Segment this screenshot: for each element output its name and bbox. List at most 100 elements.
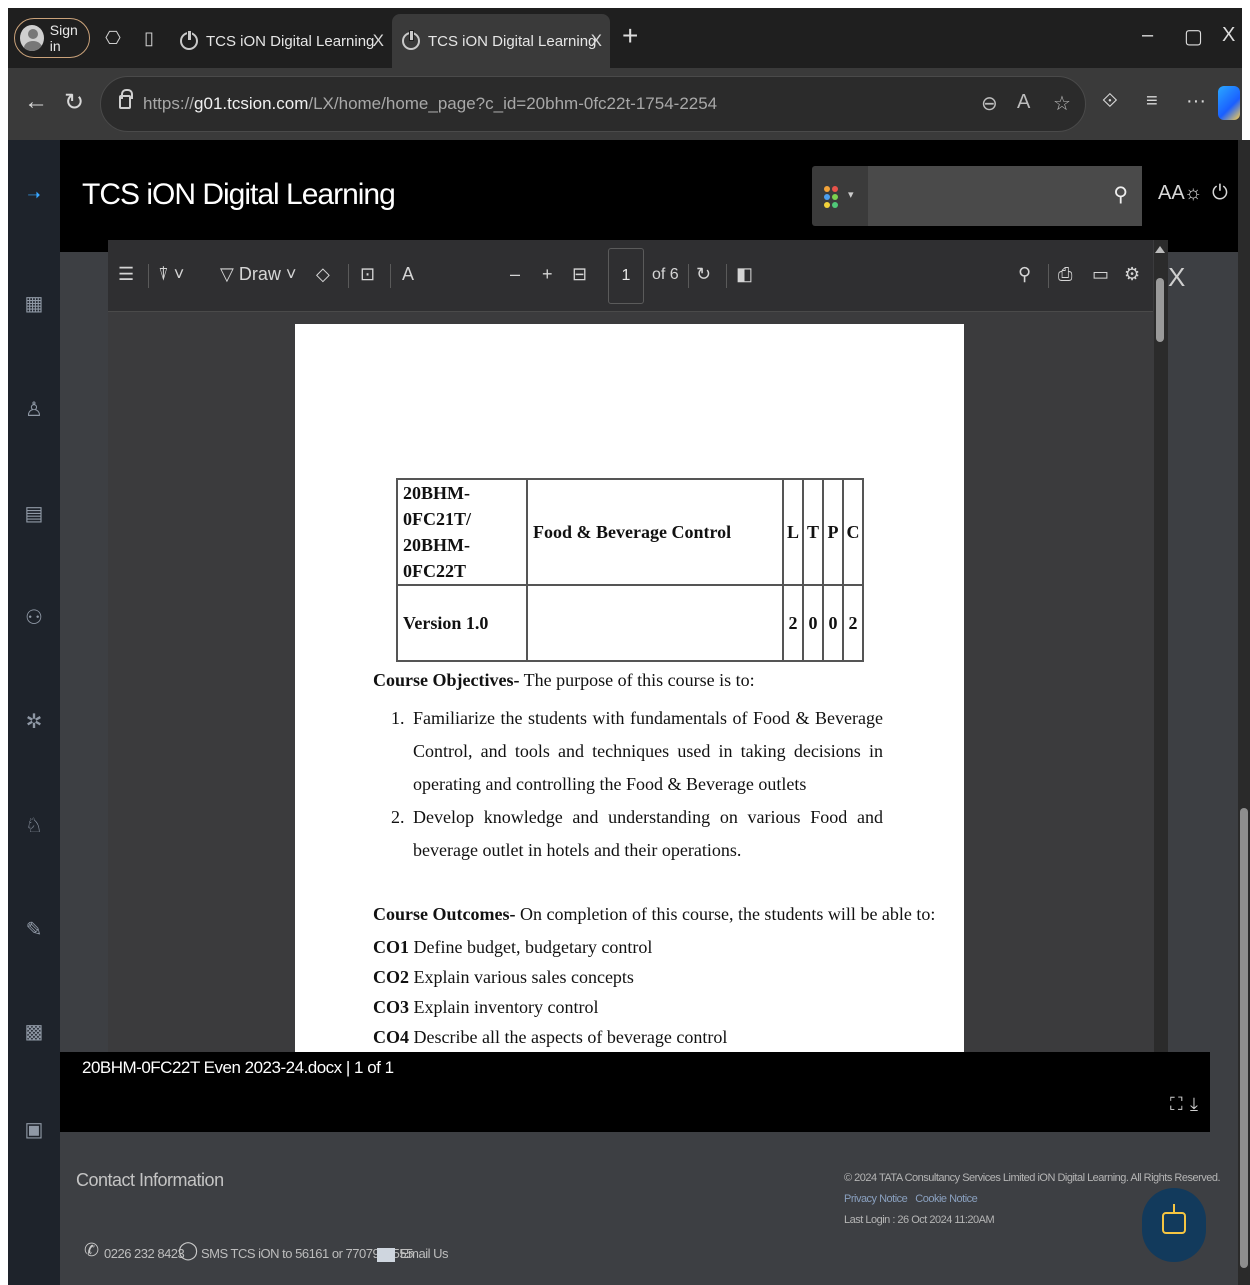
search-input[interactable] — [868, 166, 1142, 226]
pdf-settings-icon[interactable]: ⚙ — [1124, 264, 1140, 285]
lock-icon — [119, 89, 133, 109]
tab-close-button[interactable]: X — [591, 31, 602, 51]
erase-icon[interactable]: ◇ — [316, 264, 330, 285]
read-aloud-icon[interactable]: A — [1017, 91, 1030, 114]
left-nav-rail: ➝ ▦ ♙ ▤ ⚇ ✲ ♘ ✎ ▩ ▣ — [8, 140, 60, 1285]
favorites-list-icon[interactable]: ≡ — [1146, 90, 1158, 113]
tab-tcs-ion-1[interactable]: TCS iON Digital Learning X — [170, 14, 392, 68]
highlight-icon[interactable]: ⍒ ˅ — [158, 264, 184, 285]
tab-close-button[interactable]: X — [373, 31, 384, 51]
tab-actions-icon[interactable]: ▯ — [136, 25, 162, 51]
separator — [688, 264, 689, 288]
pdf-scrollbar[interactable] — [1154, 240, 1168, 1052]
separator — [726, 264, 727, 288]
settings-book-icon[interactable]: ✲ — [22, 710, 46, 734]
font-size-icon[interactable]: AA — [1158, 182, 1185, 205]
apps-menu-icon[interactable] — [824, 186, 842, 208]
zoom-out-button[interactable]: – — [510, 264, 520, 285]
fit-page-icon[interactable]: ⊟ — [572, 264, 587, 285]
ltpc-header: C — [842, 478, 864, 586]
app-title: TCS iON Digital Learning — [82, 178, 396, 211]
url-text[interactable]: https://g01.tcsion.com/LX/home/home_page… — [143, 94, 717, 114]
back-icon[interactable]: ← — [24, 88, 48, 116]
contents-icon[interactable]: ☰ — [118, 264, 134, 285]
scroll-thumb[interactable] — [1156, 278, 1164, 342]
empty-cell — [526, 584, 784, 662]
pdf-toolbar: ☰ ⍒ ˅ ▽ Draw ˅ ◇ ⊡ A – + ⊟ 1 of 6 ↻ ◧ ⚲ … — [108, 240, 1153, 312]
tab-tcs-ion-2[interactable]: TCS iON Digital Learning X — [392, 14, 610, 68]
copilot-icon[interactable] — [1218, 86, 1240, 120]
close-viewer-button[interactable]: X — [1168, 262, 1185, 293]
save-icon[interactable]: ▭ — [1092, 264, 1109, 285]
phone-icon: ✆ — [84, 1240, 100, 1260]
sign-in-label: Sign in — [49, 22, 78, 54]
cookie-link[interactable]: Cookie Notice — [915, 1193, 977, 1205]
book-icon[interactable]: ▤ — [22, 502, 46, 526]
document-footer-bar: 20BHM-0FC22T Even 2023-24.docx | 1 of 1 … — [60, 1052, 1210, 1132]
course-table: 20BHM-0FC21T/ 20BHM-0FC22T Food & Bevera… — [396, 478, 864, 662]
separator — [390, 264, 391, 288]
user-settings-icon[interactable]: ♘ — [22, 814, 46, 838]
extensions-icon[interactable]: ⟐ — [1102, 90, 1118, 113]
phone-number[interactable]: 0226 232 8423 — [104, 1246, 185, 1261]
draw-label: Draw — [238, 264, 281, 284]
more-icon[interactable]: ··· — [1186, 90, 1206, 113]
add-text-icon[interactable]: ⊡ — [360, 264, 375, 285]
rotate-icon[interactable]: ↻ — [696, 264, 711, 285]
dashboard-grid-icon[interactable]: ▦ — [22, 292, 46, 316]
zoom-out-icon[interactable]: ⊖ — [981, 91, 998, 116]
page-scrollbar[interactable] — [1238, 140, 1250, 1285]
objectives-heading: Course Objectives- The purpose of this c… — [373, 670, 755, 690]
power-icon[interactable]: ⏻ — [1212, 182, 1228, 205]
read-aloud-icon[interactable]: A — [402, 264, 414, 285]
chatbot-button[interactable] — [1142, 1188, 1206, 1262]
address-bar[interactable]: https://g01.tcsion.com/LX/home/home_page… — [100, 76, 1086, 132]
tab-favicon-icon — [402, 30, 420, 50]
groups-icon[interactable]: ⚇ — [22, 606, 46, 630]
certificate-icon[interactable]: ▣ — [22, 1118, 46, 1142]
page-footer: Contact Information ✆ 0226 232 8423 ◯ SM… — [60, 1160, 1238, 1285]
refresh-icon[interactable]: ↻ — [64, 88, 84, 117]
fullscreen-icon[interactable]: ⛶ — [1170, 1094, 1183, 1115]
profile-avatar-icon — [20, 25, 44, 51]
page-total: of 6 — [652, 266, 679, 283]
zoom-in-button[interactable]: + — [542, 264, 553, 285]
page-view-icon[interactable]: ◧ — [736, 264, 753, 285]
email-link[interactable]: Email Us — [400, 1246, 449, 1261]
list-item: 2. Develop knowledge and understanding o… — [391, 807, 883, 860]
browser-toolbar: ← ↻ https://g01.tcsion.com/LX/home/home_… — [8, 68, 1242, 140]
sign-in-button[interactable]: Sign in — [14, 18, 90, 58]
outcomes-heading: Course Outcomes- On completion of this c… — [373, 904, 936, 924]
edit-icon[interactable]: ✎ — [22, 918, 46, 942]
ltpc-header: T — [802, 478, 824, 586]
document-name: 20BHM-0FC22T Even 2023-24.docx | 1 of 1 — [82, 1058, 394, 1077]
new-tab-button[interactable]: + — [622, 22, 638, 50]
theme-icon[interactable]: ☼ — [1184, 182, 1202, 205]
calendar-icon[interactable]: ▩ — [22, 1020, 46, 1044]
scroll-up-icon[interactable] — [1155, 246, 1165, 253]
restore-button[interactable]: ▢ — [1184, 24, 1203, 49]
ltpc-header: P — [822, 478, 844, 586]
expand-arrow-icon[interactable]: ➝ — [22, 184, 46, 208]
draw-button[interactable]: ▽ Draw ˅ — [220, 264, 296, 285]
print-icon[interactable]: ⎙ — [1058, 264, 1072, 285]
page-number-input[interactable]: 1 — [608, 248, 644, 304]
search-icon[interactable]: ⚲ — [1113, 182, 1128, 207]
ltpc-header: L — [782, 478, 804, 586]
objectives-list: 1. Familiarize the students with fundame… — [391, 702, 883, 867]
ltpc-value: 2 — [842, 584, 864, 662]
minimize-button[interactable]: – — [1142, 24, 1153, 47]
app-header: TCS iON Digital Learning ▾ ⚲ AA ☼ ⏻ — [60, 140, 1238, 252]
page-scroll-thumb[interactable] — [1240, 808, 1248, 1268]
workspaces-icon[interactable]: ⎔ — [100, 25, 126, 51]
apps-dropdown-icon[interactable]: ▾ — [848, 188, 854, 201]
close-window-button[interactable]: X — [1222, 24, 1235, 47]
sms-icon: ◯ — [178, 1240, 199, 1260]
favorite-star-icon[interactable]: ☆ — [1053, 91, 1071, 116]
find-icon[interactable]: ⚲ — [1018, 264, 1031, 285]
download-icon[interactable]: ⤓ — [1190, 1094, 1198, 1115]
search-box: ▾ ⚲ — [812, 166, 1142, 226]
list-item: 1. Familiarize the students with fundame… — [391, 708, 883, 794]
profile-icon[interactable]: ♙ — [22, 398, 46, 422]
privacy-link[interactable]: Privacy Notice — [844, 1193, 908, 1205]
